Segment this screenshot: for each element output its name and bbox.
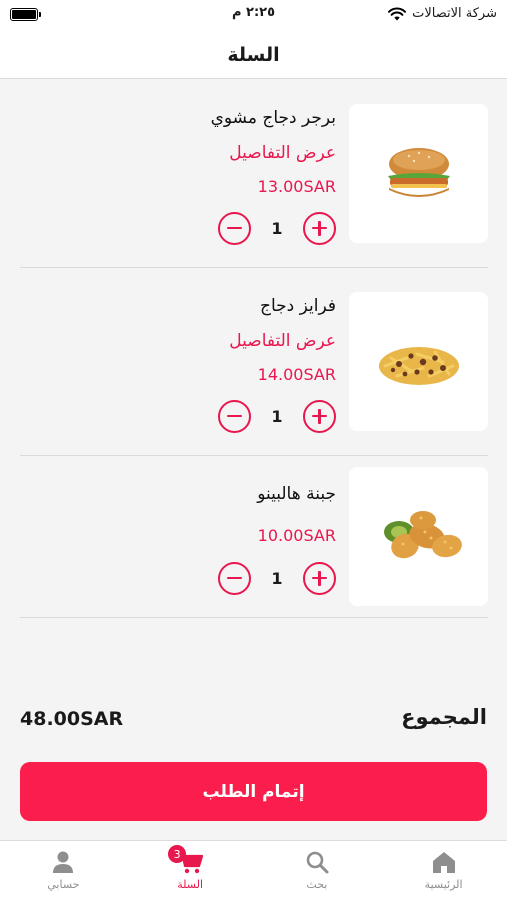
carrier-name: شركة الاتصالات: [412, 6, 497, 21]
item-name: جبنة هالبينو: [257, 484, 336, 504]
user-icon: [50, 849, 76, 875]
tab-label: حسابي: [47, 878, 80, 891]
total-label: المجموع: [401, 705, 487, 729]
minus-icon: [227, 414, 242, 418]
total-value: 48.00SAR: [20, 708, 124, 730]
plus-icon-vertical: [318, 570, 321, 586]
cart-item: برجر دجاج مشوي عرض التفاصيل 13.00SAR 1: [20, 104, 488, 268]
fries-image: [378, 346, 459, 385]
checkout-button[interactable]: إتمام الطلب: [20, 762, 487, 821]
decrease-quantity-button[interactable]: [218, 399, 251, 433]
item-price: 14.00SAR: [257, 365, 336, 384]
nav-header: السلة: [0, 32, 507, 79]
checkout-button-label: إتمام الطلب: [202, 781, 305, 802]
quantity-stepper: 1: [218, 561, 336, 595]
minus-icon: [227, 576, 242, 580]
wifi-icon: [388, 7, 407, 20]
tab-label: السلة: [177, 878, 203, 891]
item-name: برجر دجاج مشوي: [210, 108, 336, 128]
decrease-quantity-button[interactable]: [218, 561, 251, 595]
item-image[interactable]: [349, 467, 488, 606]
increase-quantity-button[interactable]: [303, 561, 336, 595]
item-image[interactable]: [349, 104, 488, 243]
page-title: السلة: [227, 44, 280, 66]
burger-image: [387, 147, 450, 197]
item-price: 13.00SAR: [257, 177, 336, 196]
tab-label: الرئيسية: [424, 878, 463, 891]
quantity-value: 1: [271, 406, 283, 426]
view-details-link[interactable]: عرض التفاصيل: [229, 143, 336, 163]
plus-icon-vertical: [318, 408, 321, 424]
jalapeno-poppers-image: [383, 510, 462, 558]
tab-account[interactable]: حسابي: [0, 841, 127, 900]
quantity-stepper: 1: [218, 211, 336, 245]
home-icon: [431, 849, 457, 875]
cart-icon: 3: [168, 845, 204, 875]
quantity-stepper: 1: [218, 399, 336, 433]
cart-item: جبنة هالبينو 10.00SAR 1: [20, 467, 488, 618]
item-price: 10.00SAR: [257, 526, 336, 545]
quantity-value: 1: [271, 218, 283, 238]
cart-item: فرايز دجاج عرض التفاصيل 14.00SAR 1: [20, 292, 488, 456]
minus-icon: [227, 226, 242, 230]
cart-badge: 3: [168, 845, 187, 863]
tab-search[interactable]: بحث: [254, 841, 381, 900]
tab-cart[interactable]: 3 السلة: [127, 841, 254, 900]
view-details-link[interactable]: عرض التفاصيل: [229, 331, 336, 351]
status-bar: ٢:٢٥ م شركة الاتصالات: [0, 0, 507, 32]
status-carrier: شركة الاتصالات: [388, 6, 497, 21]
increase-quantity-button[interactable]: [303, 399, 336, 433]
total-row: المجموع 48.00SAR: [20, 700, 487, 740]
item-name: فرايز دجاج: [260, 296, 336, 316]
search-icon: [304, 849, 330, 875]
plus-icon-vertical: [318, 220, 321, 236]
item-image[interactable]: [349, 292, 488, 431]
quantity-value: 1: [271, 568, 283, 588]
tab-bar: حسابي 3 السلة بحث الرئيسية: [0, 840, 507, 900]
tab-home[interactable]: الرئيسية: [380, 841, 507, 900]
decrease-quantity-button[interactable]: [218, 211, 251, 245]
tab-label: بحث: [306, 878, 328, 891]
increase-quantity-button[interactable]: [303, 211, 336, 245]
